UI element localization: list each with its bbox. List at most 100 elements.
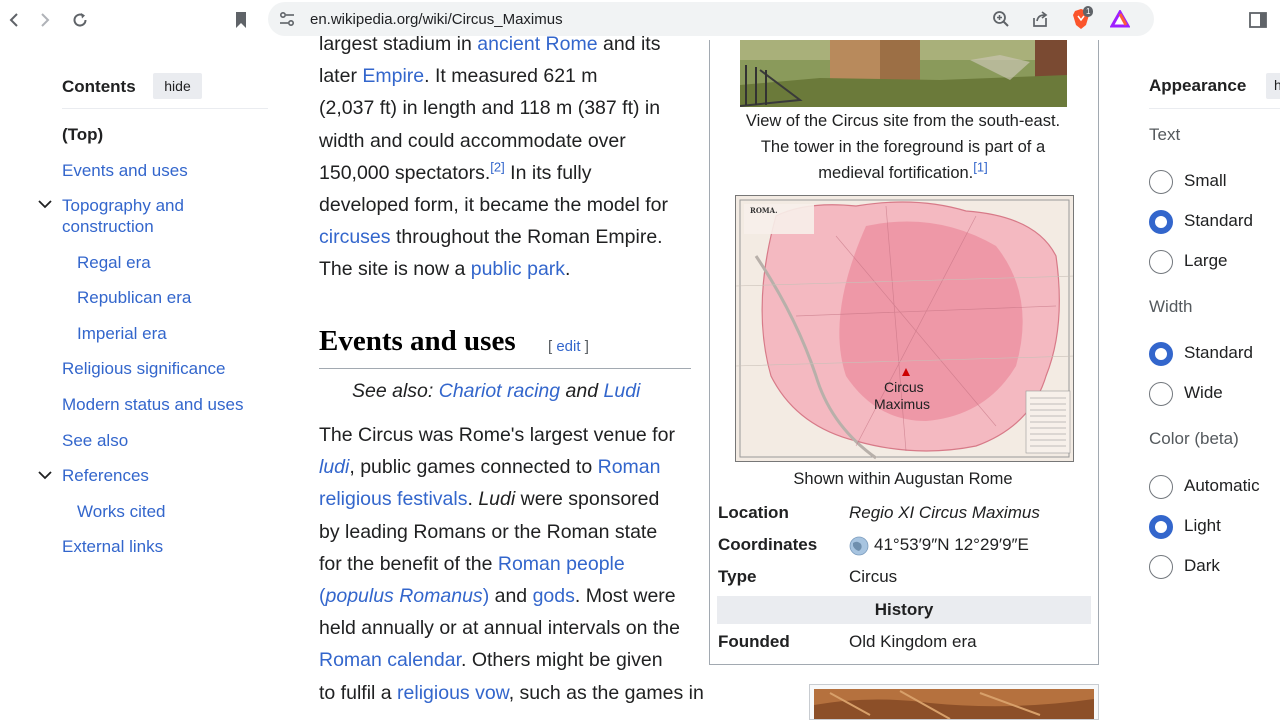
radio-text-small[interactable] [1149,170,1173,194]
toc-item-regal[interactable]: Regal era [77,252,151,273]
toc-item-references[interactable]: References [62,465,149,486]
radio-width-wide[interactable] [1149,382,1173,406]
link-chariot-racing[interactable]: Chariot racing [439,380,560,402]
url-text[interactable]: en.wikipedia.org/wiki/Circus_Maximus [310,11,563,28]
chevron-down-icon[interactable] [38,468,54,484]
infobox-value-type[interactable]: Circus [849,567,897,587]
bookmark-button[interactable] [227,6,255,34]
text: . Most were [574,585,676,608]
toc-item-republican[interactable]: Republican era [77,287,191,308]
toc-item-modern[interactable]: Modern status and uses [62,394,243,415]
circus-site-photo[interactable] [740,40,1067,107]
appearance-divider [1149,108,1280,109]
text: by leading Romans or the Roman state [319,520,658,543]
site-info-icon[interactable] [276,8,298,30]
toc-hide-button[interactable]: hide [153,73,202,99]
radio-text-standard[interactable] [1149,210,1173,234]
toc-item-see-also[interactable]: See also [62,430,128,451]
link-public-park[interactable]: public park [471,258,565,280]
augustan-rome-map[interactable]: ROMA. Circus Maximus [735,195,1074,462]
reference-2[interactable]: [2] [490,159,504,174]
radio-label[interactable]: Large [1184,251,1227,271]
radio-label[interactable]: Wide [1184,383,1223,403]
toc-item-events[interactable]: Events and uses [62,160,188,181]
sidebar-icon [1249,12,1267,28]
map-marker-label-2: Maximus [874,396,931,412]
radio-label[interactable]: Dark [1184,556,1220,576]
hatnote: See also: Chariot racing and Ludi [352,380,640,403]
forward-button[interactable] [31,6,59,34]
edit-link[interactable]: edit [556,338,580,355]
caption-line: View of the Circus site from the south-e… [745,112,1061,130]
link-religious-vow[interactable]: religious vow [397,682,509,704]
text: , such as the games in [508,681,704,704]
appearance-hide-button[interactable]: h [1266,73,1280,99]
infobox-value-location[interactable]: Regio XI Circus Maximus [849,503,1040,523]
reload-button[interactable] [66,6,94,34]
group-label-text: Text [1149,125,1181,144]
paragraph-intro: largest stadium in ancient Rome and its … [319,28,704,286]
link-ancient-rome[interactable]: ancient Rome [477,33,597,55]
radio-label[interactable]: Small [1184,171,1227,191]
radio-color-light[interactable] [1149,515,1173,539]
link-ludi[interactable]: Ludi [604,380,641,402]
text: throughout the Roman Empire. [390,226,663,249]
link-roman-religious[interactable]: Roman [598,456,661,478]
link-empire[interactable]: Empire [362,65,424,87]
text: . [467,488,479,511]
toc-item-top[interactable]: (Top) [62,124,103,145]
sidebar-toggle-button[interactable] [1244,6,1272,34]
link-roman-people[interactable]: Roman people [498,553,625,575]
share-icon[interactable] [1029,8,1051,30]
radio-label[interactable]: Light [1184,516,1221,536]
map-marker-label-1: Circus [884,379,924,395]
chevron-down-icon[interactable] [38,197,54,213]
link-roman-calendar[interactable]: Roman calendar [319,649,461,671]
text: to fulfil a [319,681,398,704]
toc-title: Contents [62,77,136,96]
text: The Circus was Rome's largest venue for [319,424,675,446]
link-populus-romanus[interactable]: populus Romanus [326,585,483,607]
heading-divider [319,368,691,369]
toc-item-topography[interactable]: Topography and construction [62,195,242,237]
infobox-value-coordinates[interactable]: 41°53′9″N 12°29′9″E [874,535,1029,555]
radio-label[interactable]: Standard [1184,211,1253,231]
radio-label[interactable]: Automatic [1184,476,1260,496]
second-figure-image[interactable] [809,684,1099,720]
reference-1[interactable]: [1] [973,160,987,175]
photo-caption: View of the Circus site from the south-e… [712,108,1094,186]
text: , public games connected to [349,456,598,479]
infobox-section-history: History [717,596,1091,624]
section-heading: Events and uses [319,325,516,357]
toc-item-works-cited[interactable]: Works cited [77,501,166,522]
link-ludi-inline[interactable]: ludi [319,456,349,478]
zoom-icon[interactable] [990,8,1012,30]
infobox-label-location: Location [718,503,789,522]
radio-color-automatic[interactable] [1149,475,1173,499]
globe-icon[interactable] [849,536,869,556]
link-circuses[interactable]: circuses [319,226,391,248]
edit-section: [ edit ] [548,338,589,355]
radio-width-standard[interactable] [1149,342,1173,366]
back-button[interactable] [0,6,28,34]
toc-item-religious[interactable]: Religious significance [62,358,225,379]
map-caption: Shown within Augustan Rome [793,470,1013,488]
link-gods[interactable]: gods [533,585,575,607]
infobox-label-coordinates: Coordinates [718,535,818,554]
radio-text-large[interactable] [1149,250,1173,274]
infobox-value-founded: Old Kingdom era [849,632,977,651]
appearance-title: Appearance [1149,76,1247,95]
reload-icon [73,13,87,27]
toc-item-external-links[interactable]: External links [62,536,163,557]
toc-item-imperial[interactable]: Imperial era [77,323,167,344]
toc-divider [62,108,268,109]
text: developed form, it became the model for [319,194,669,217]
group-label-width: Width [1149,297,1193,316]
infobox-label-type: Type [718,567,757,586]
brave-shields-icon[interactable]: 1 [1070,6,1094,30]
brave-rewards-icon[interactable] [1109,8,1131,30]
link-religious-festivals[interactable]: religious festivals [319,488,467,510]
radio-label[interactable]: Standard [1184,343,1253,363]
radio-color-dark[interactable] [1149,555,1173,579]
hatnote-and: and [560,380,604,402]
